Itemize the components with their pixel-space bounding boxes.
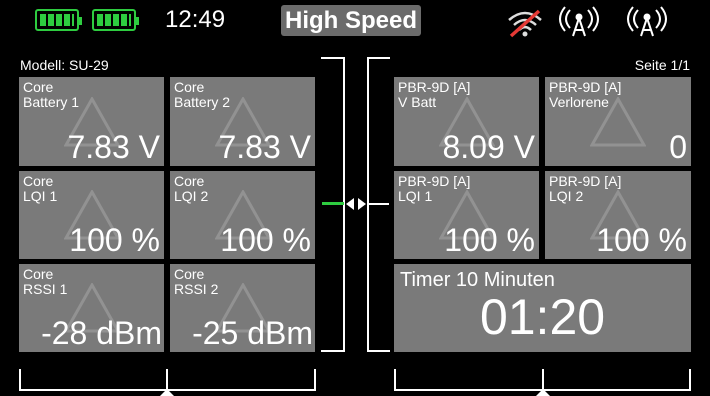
telemetry-tile[interactable]: PBR-9D [A] LQI 2 100 %: [545, 171, 691, 259]
bottom-bracket: [166, 369, 168, 390]
tile-label: RSSI 2: [174, 281, 219, 297]
tile-label: Battery 1: [23, 94, 80, 110]
split-arrows-icon[interactable]: [345, 196, 367, 212]
bottom-bracket: [19, 369, 21, 390]
tile-label: RSSI 1: [23, 281, 68, 297]
tile-value: 0: [669, 129, 687, 165]
tile-label: LQI 1: [23, 188, 58, 204]
battery-2-icon: [92, 9, 139, 31]
telemetry-tile[interactable]: Core Battery 2 7.83 V: [170, 77, 315, 166]
antenna-icon: [559, 6, 599, 37]
bottom-arrow-icon: [536, 389, 550, 396]
bottom-bracket: [689, 369, 691, 390]
wifi-off-icon: [508, 9, 542, 38]
tile-value: 100 %: [444, 222, 535, 258]
tile-source: Core: [23, 79, 54, 95]
flight-mode-label[interactable]: High Speed: [281, 5, 421, 36]
telemetry-tile[interactable]: PBR-9D [A] Verlorene 0: [545, 77, 691, 166]
divider-line: [321, 350, 344, 352]
tile-value: 100 %: [596, 222, 687, 258]
battery-1-icon: [35, 9, 82, 31]
divider-line: [367, 350, 390, 352]
left-active-indicator: [322, 202, 344, 205]
bottom-bracket: [542, 369, 544, 390]
model-name: Modell: SU-29: [20, 57, 109, 73]
tile-source: PBR-9D [A]: [398, 79, 471, 95]
telemetry-tile[interactable]: PBR-9D [A] LQI 1 100 %: [394, 171, 539, 259]
bottom-arrow-icon: [160, 389, 174, 396]
tile-value: 100 %: [69, 222, 160, 258]
tile-label: LQI 2: [174, 188, 209, 204]
right-indicator-line: [369, 203, 389, 205]
telemetry-tile[interactable]: Core Battery 1 7.83 V: [19, 77, 164, 166]
tile-source: Core: [174, 79, 205, 95]
telemetry-tile[interactable]: PBR-9D [A] V Batt 8.09 V: [394, 77, 539, 166]
page-indicator: Seite 1/1: [634, 57, 690, 73]
telemetry-tile[interactable]: Core LQI 1 100 %: [19, 171, 164, 259]
tile-value: 8.09 V: [442, 129, 535, 165]
bottom-bracket: [314, 369, 316, 390]
divider-line: [321, 57, 344, 59]
tile-source: Core: [174, 173, 205, 189]
timer-tile[interactable]: Timer 10 Minuten 01:20: [394, 264, 691, 352]
bottom-bracket: [394, 369, 396, 390]
timer-value: 01:20: [479, 289, 606, 345]
tile-label: Verlorene: [549, 94, 609, 110]
tile-source: Core: [23, 173, 54, 189]
tile-source: PBR-9D [A]: [398, 173, 471, 189]
clock-time: 12:49: [165, 6, 226, 33]
tile-source: Core: [23, 266, 54, 282]
antenna-icon: [627, 6, 667, 37]
telemetry-tile[interactable]: Core LQI 2 100 %: [170, 171, 315, 259]
tile-value: 100 %: [220, 222, 311, 258]
tile-source: PBR-9D [A]: [549, 173, 622, 189]
tile-label: Battery 2: [174, 94, 231, 110]
tile-value: -28 dBm: [41, 315, 162, 351]
tile-value: -25 dBm: [192, 315, 313, 351]
tile-label: V Batt: [398, 94, 437, 110]
tile-value: 7.83 V: [67, 129, 160, 165]
tile-value: 7.83 V: [218, 129, 311, 165]
tile-source: Core: [174, 266, 205, 282]
tile-label: LQI 2: [549, 188, 584, 204]
telemetry-tile[interactable]: Core RSSI 2 -25 dBm: [170, 264, 315, 352]
tile-label: LQI 1: [398, 188, 433, 204]
divider-line: [367, 57, 390, 59]
telemetry-tile[interactable]: Core RSSI 1 -28 dBm: [19, 264, 164, 352]
tile-source: PBR-9D [A]: [549, 79, 622, 95]
